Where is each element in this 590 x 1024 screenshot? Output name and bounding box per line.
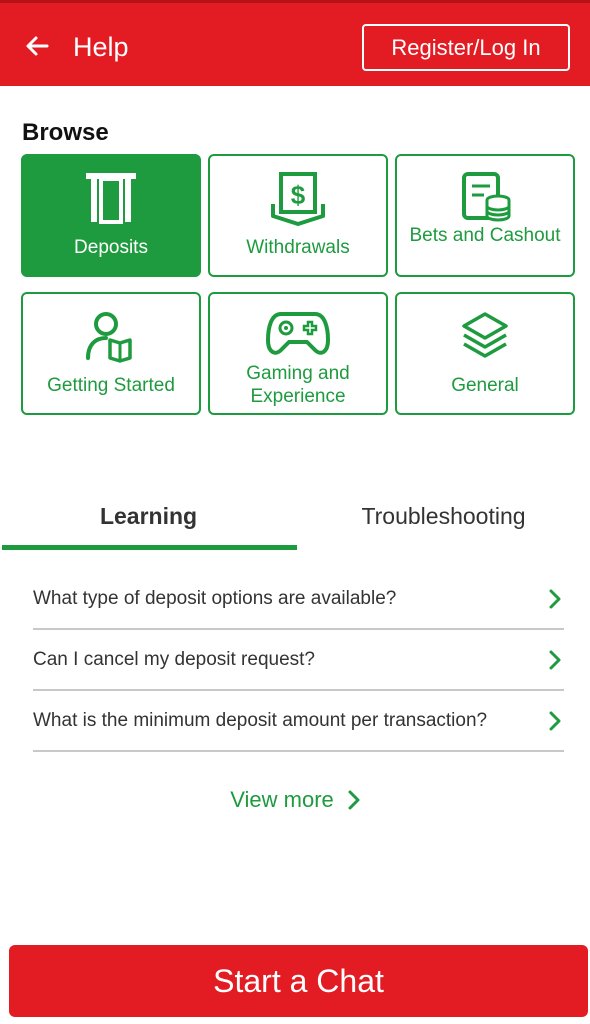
tile-bets-cashout[interactable]: Bets and Cashout (395, 154, 575, 277)
faq-question: What type of deposit options are availab… (33, 587, 397, 609)
view-more-label: View more (230, 787, 334, 812)
svg-text:$: $ (291, 180, 306, 210)
deposit-icon (86, 173, 136, 224)
arrow-left-icon (26, 36, 49, 56)
tile-withdrawals[interactable]: $ Withdrawals (208, 154, 388, 277)
withdrawal-icon: $ (271, 172, 325, 226)
register-login-button[interactable]: Register/Log In (362, 24, 570, 71)
tile-getting-started[interactable]: Getting Started (21, 292, 201, 415)
tile-general[interactable]: General (395, 292, 575, 415)
tile-label: Withdrawals (246, 237, 350, 258)
gamepad-icon (266, 312, 330, 355)
tile-deposits[interactable]: Deposits (21, 154, 201, 277)
top-bar: Help Register/Log In (0, 0, 590, 86)
faq-question: What is the minimum deposit amount per t… (33, 709, 488, 731)
page-title: Help (73, 32, 129, 62)
tab-learning[interactable]: Learning (0, 480, 297, 552)
tab-bar: Learning Troubleshooting (0, 480, 590, 552)
chevron-right-icon (546, 710, 564, 732)
tile-label: Bets and Cashout (409, 225, 561, 246)
tile-label: General (451, 375, 519, 396)
tile-gaming-experience[interactable]: Gaming and Experience (208, 292, 388, 415)
faq-item[interactable]: Can I cancel my deposit request? (33, 630, 564, 691)
chevron-right-icon (546, 588, 564, 610)
faq-item[interactable]: What type of deposit options are availab… (33, 569, 564, 630)
tile-label: Deposits (74, 237, 148, 258)
tab-active-indicator (2, 545, 297, 550)
getting-started-icon (86, 312, 132, 363)
faq-question: Can I cancel my deposit request? (33, 648, 315, 670)
chevron-right-icon (348, 790, 360, 810)
back-button[interactable] (22, 29, 52, 63)
tile-label: Getting Started (47, 375, 175, 396)
chevron-right-icon (546, 649, 564, 671)
view-more-link[interactable]: View more (0, 783, 590, 817)
bets-cashout-icon (462, 172, 511, 222)
layers-icon (462, 312, 508, 358)
tab-troubleshooting[interactable]: Troubleshooting (297, 480, 590, 552)
tile-label: Gaming and Experience (246, 363, 350, 407)
start-chat-button[interactable]: Start a Chat (9, 945, 588, 1017)
browse-heading: Browse (22, 119, 109, 146)
faq-item[interactable]: What is the minimum deposit amount per t… (33, 691, 564, 752)
